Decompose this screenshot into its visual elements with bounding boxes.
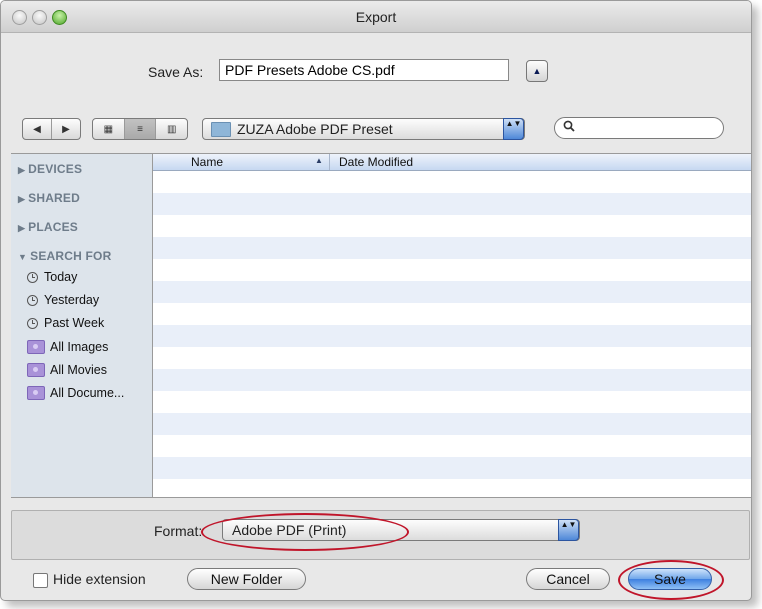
sidebar-item-today[interactable]: Today xyxy=(27,270,77,284)
disclosure-triangle-icon: ▼ xyxy=(18,252,28,262)
sidebar-item-past-week[interactable]: Past Week xyxy=(27,316,104,330)
window-title: Export xyxy=(355,9,397,25)
file-list-rows[interactable] xyxy=(153,171,751,497)
title-bar[interactable]: Export xyxy=(1,1,751,33)
list-view-icon[interactable]: ≡ xyxy=(123,119,156,139)
sidebar-item-all-documents[interactable]: All Docume... xyxy=(27,386,124,400)
location-folder-name: ZUZA Adobe PDF Preset xyxy=(237,121,393,137)
smart-folder-icon xyxy=(27,340,45,354)
disclosure-triangle-icon: ▶ xyxy=(18,223,26,233)
save-as-field[interactable] xyxy=(219,59,509,81)
sidebar-section-search-for[interactable]: ▼ SEARCH FOR xyxy=(18,249,111,263)
save-as-label: Save As: xyxy=(148,64,204,80)
disclosure-triangle-icon: ▶ xyxy=(18,194,26,204)
icon-view-icon[interactable]: ▦ xyxy=(93,119,124,139)
view-mode-control: ▦ ≡ ▥ xyxy=(92,118,188,140)
smart-folder-icon xyxy=(27,386,45,400)
cancel-button[interactable]: Cancel xyxy=(526,568,610,590)
format-value: Adobe PDF (Print) xyxy=(232,522,347,538)
forward-arrow-icon[interactable]: ▶ xyxy=(51,119,80,139)
clock-icon xyxy=(27,271,38,283)
sidebar-item-all-images[interactable]: All Images xyxy=(27,340,108,354)
save-button[interactable]: Save xyxy=(628,568,712,590)
column-header-name[interactable]: Name xyxy=(191,155,223,169)
folder-icon xyxy=(211,122,231,137)
file-list-header: Name ▲ Date Modified xyxy=(153,154,751,171)
sidebar-section-devices[interactable]: ▶ DEVICES xyxy=(18,162,82,176)
search-icon xyxy=(563,120,575,135)
file-browser: ▶ DEVICES ▶ SHARED ▶ PLACES ▼ SEARCH FOR Tod… xyxy=(11,153,751,498)
format-label: Format: xyxy=(154,523,203,539)
export-dialog: Export Save As: ▲ ◀ ▶ ▦ ≡ ▥ ZUZA Adobe P… xyxy=(0,0,752,601)
column-divider[interactable] xyxy=(329,154,330,170)
save-as-row: Save As: ▲ xyxy=(1,59,751,85)
sidebar-section-shared[interactable]: ▶ SHARED xyxy=(18,191,80,205)
location-popup[interactable]: ZUZA Adobe PDF Preset ▲▼ xyxy=(202,118,525,140)
format-popup[interactable]: Adobe PDF (Print) ▲▼ xyxy=(222,519,580,541)
hide-extension-label[interactable]: Hide extension xyxy=(53,571,146,587)
clock-icon xyxy=(27,294,38,306)
clock-icon xyxy=(27,317,38,329)
hide-extension-checkbox[interactable] xyxy=(33,573,48,588)
back-arrow-icon[interactable]: ◀ xyxy=(23,119,51,139)
popup-arrows-icon: ▲▼ xyxy=(558,519,579,541)
sidebar-item-yesterday[interactable]: Yesterday xyxy=(27,293,99,307)
sidebar-item-all-movies[interactable]: All Movies xyxy=(27,363,107,377)
column-view-icon[interactable]: ▥ xyxy=(155,119,187,139)
sort-ascending-icon: ▲ xyxy=(315,156,323,165)
back-forward-control: ◀ ▶ xyxy=(22,118,81,140)
new-folder-button[interactable]: New Folder xyxy=(187,568,306,590)
popup-arrows-icon: ▲▼ xyxy=(503,118,524,140)
browser-toolbar: ◀ ▶ ▦ ≡ ▥ ZUZA Adobe PDF Preset ▲▼ xyxy=(1,117,751,141)
column-header-date-modified[interactable]: Date Modified xyxy=(339,155,413,169)
sidebar-section-places[interactable]: ▶ PLACES xyxy=(18,220,78,234)
smart-folder-icon xyxy=(27,363,45,377)
sidebar: ▶ DEVICES ▶ SHARED ▶ PLACES ▼ SEARCH FOR Tod… xyxy=(11,154,153,497)
search-field[interactable] xyxy=(554,117,724,139)
disclosure-triangle-icon: ▶ xyxy=(18,165,26,175)
expand-dialog-button[interactable]: ▲ xyxy=(526,60,548,82)
file-list: Name ▲ Date Modified xyxy=(153,154,751,497)
